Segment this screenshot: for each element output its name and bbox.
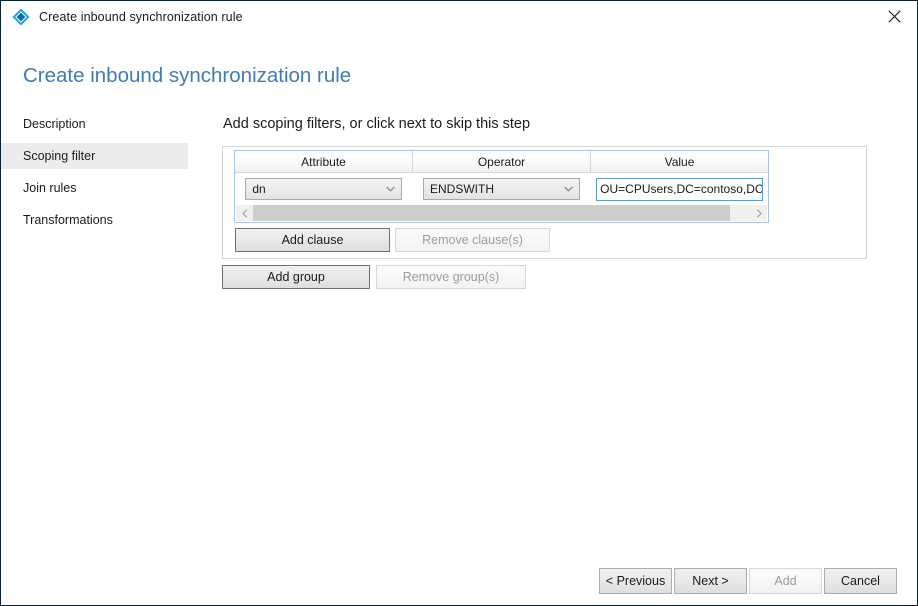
clause-table-header: Attribute Operator Value	[235, 151, 768, 173]
add-clause-button[interactable]: Add clause	[235, 228, 390, 252]
attribute-dropdown-value: dn	[252, 182, 266, 196]
sidebar-item-transformations[interactable]: Transformations	[1, 207, 188, 233]
azure-diamond-icon	[11, 7, 31, 27]
column-header-attribute[interactable]: Attribute	[235, 151, 413, 173]
chevron-left-icon[interactable]	[236, 205, 253, 221]
wizard-step-nav: Description Scoping filter Join rules Tr…	[1, 111, 201, 233]
chevron-down-icon	[386, 179, 396, 199]
sidebar-item-description[interactable]: Description	[1, 111, 188, 137]
operator-dropdown-value: ENDSWITH	[430, 182, 494, 196]
sidebar-item-label: Scoping filter	[23, 149, 96, 163]
scoping-filter-group-panel: Attribute Operator Value dn ENDSWITH OU=…	[222, 146, 867, 259]
sidebar-item-label: Join rules	[23, 181, 77, 195]
sidebar-item-join-rules[interactable]: Join rules	[1, 175, 188, 201]
add-group-button-label: Add group	[267, 270, 325, 284]
previous-button-label: < Previous	[605, 574, 666, 588]
cell-operator: ENDSWITH	[413, 178, 591, 200]
add-button-label: Add	[774, 574, 797, 588]
operator-dropdown[interactable]: ENDSWITH	[423, 178, 580, 200]
step-instruction: Add scoping filters, or click next to sk…	[223, 116, 531, 132]
column-header-value[interactable]: Value	[591, 151, 768, 173]
chevron-down-icon	[564, 179, 573, 199]
previous-button[interactable]: < Previous	[599, 568, 672, 594]
value-input-text: OU=CPUsers,DC=contoso,DC=con	[600, 182, 763, 196]
window-title: Create inbound synchronization rule	[39, 9, 243, 24]
hscrollbar-track[interactable]	[253, 205, 750, 221]
attribute-dropdown[interactable]: dn	[245, 178, 403, 200]
cancel-button[interactable]: Cancel	[824, 568, 897, 594]
page-title: Create inbound synchronization rule	[23, 64, 352, 87]
chevron-right-icon[interactable]	[750, 205, 767, 221]
value-input[interactable]: OU=CPUsers,DC=contoso,DC=con	[596, 177, 764, 201]
remove-group-button-label: Remove group(s)	[402, 270, 500, 284]
cancel-button-label: Cancel	[841, 574, 880, 588]
sidebar-item-label: Description	[23, 117, 86, 131]
cell-value: OU=CPUsers,DC=contoso,DC=con	[590, 177, 768, 201]
table-row: dn ENDSWITH OU=CPUsers,DC=contoso,DC	[235, 173, 768, 203]
close-icon[interactable]	[871, 1, 917, 32]
remove-clause-button: Remove clause(s)	[395, 228, 550, 252]
dialog-footer: < Previous Next > Add Cancel	[1, 568, 917, 594]
clause-table-hscrollbar[interactable]	[236, 205, 767, 221]
column-header-operator[interactable]: Operator	[413, 151, 591, 173]
cell-attribute: dn	[235, 178, 413, 200]
add-button: Add	[749, 568, 822, 594]
dialog-window: Create inbound synchronization rule Crea…	[0, 0, 918, 606]
hscrollbar-thumb[interactable]	[253, 205, 731, 221]
next-button-label: Next >	[692, 574, 729, 588]
remove-clause-button-label: Remove clause(s)	[422, 233, 523, 247]
sidebar-item-scoping-filter[interactable]: Scoping filter	[1, 143, 188, 169]
sidebar-item-label: Transformations	[23, 213, 113, 227]
next-button[interactable]: Next >	[674, 568, 747, 594]
add-clause-button-label: Add clause	[281, 233, 344, 247]
title-bar: Create inbound synchronization rule	[1, 1, 917, 32]
add-group-button[interactable]: Add group	[222, 265, 370, 289]
remove-group-button: Remove group(s)	[376, 265, 526, 289]
clause-table: Attribute Operator Value dn ENDSWITH OU=…	[234, 150, 769, 223]
